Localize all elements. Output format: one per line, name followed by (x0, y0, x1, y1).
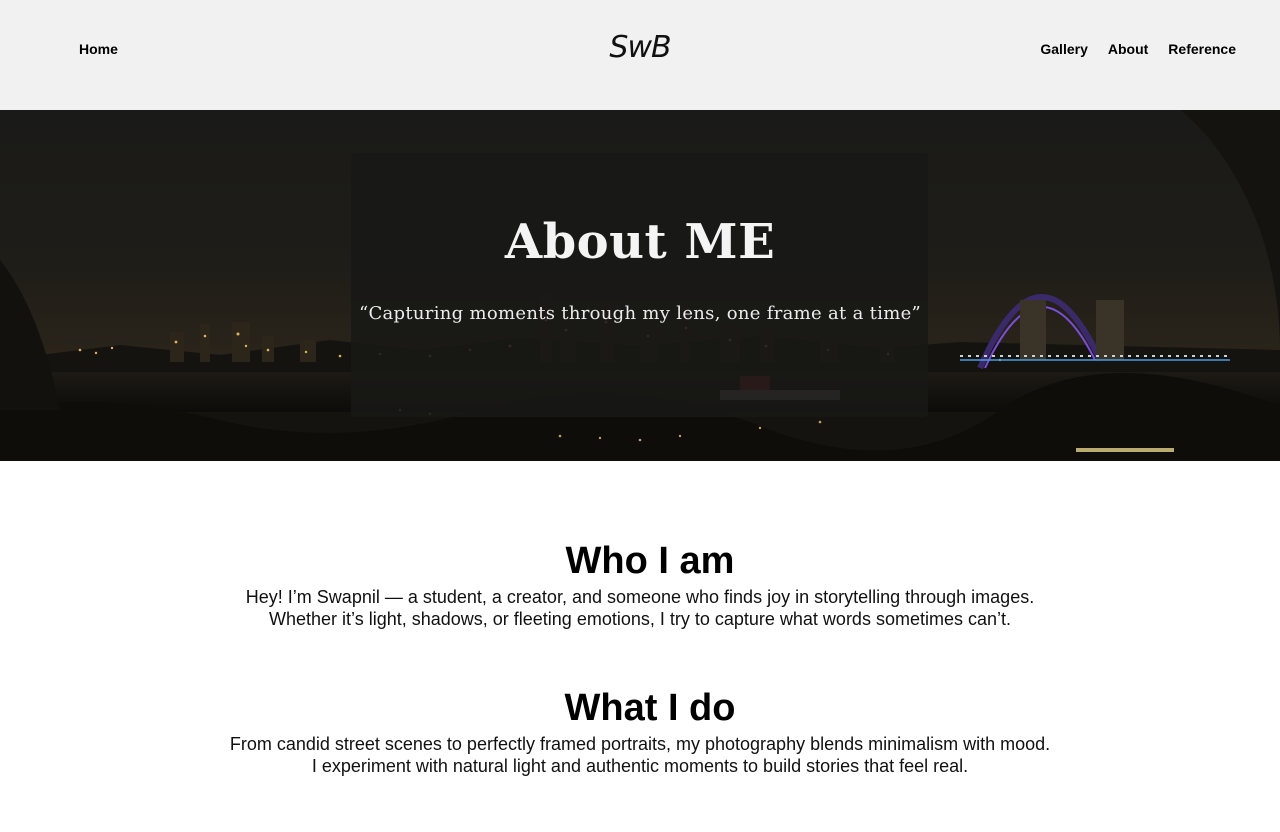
hero-text-card (351, 153, 928, 417)
who-i-am-text-line-1: Hey! I’m Swapnil — a student, a creator,… (245, 587, 1035, 607)
site-header: Home SwB Gallery About Reference (0, 0, 1280, 110)
what-i-do-text-line-1: From candid street scenes to perfectly f… (229, 734, 1051, 754)
who-i-am-text-line-2: Whether it’s light, shadows, or fleeting… (269, 609, 1011, 629)
hero-banner: About ME “Capturing moments through my l… (0, 110, 1280, 461)
what-i-do-text-line-2: I experiment with natural light and auth… (311, 756, 969, 776)
main-nav: Gallery About Reference (1040, 40, 1236, 58)
what-i-do-heading: What I do (564, 687, 736, 729)
nav-gallery-link[interactable]: Gallery (1040, 40, 1087, 58)
nav-reference-link[interactable]: Reference (1168, 40, 1236, 58)
hero-title: About ME (504, 214, 776, 270)
hero-quote: “Capturing moments through my lens, one … (358, 303, 922, 324)
who-i-am-heading: Who I am (565, 540, 735, 582)
nav-about-link[interactable]: About (1108, 40, 1148, 58)
